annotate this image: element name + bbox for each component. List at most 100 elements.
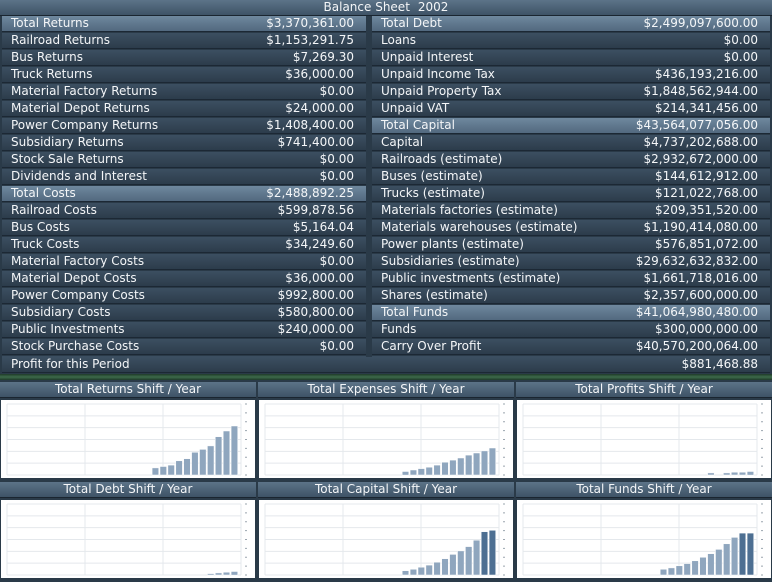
returns-costs-row: Bus Returns $7,269.30	[2, 50, 366, 66]
balance-value: $300,000,000.00	[654, 322, 758, 336]
balance-value: $2,357,600,000.00	[643, 288, 758, 302]
balance-row: Unpaid Income Tax $436,193,216.00	[372, 67, 770, 83]
chart-bar	[433, 464, 441, 476]
balance-label: Unpaid VAT	[381, 101, 450, 115]
chart-plot	[517, 500, 771, 578]
returns-costs-row: Material Depot Returns $24,000.00	[2, 101, 366, 117]
chart-bar	[191, 452, 199, 476]
returns-costs-label: Truck Returns	[11, 67, 93, 81]
chart-bar	[222, 571, 231, 576]
chart-bar	[433, 561, 441, 576]
balance-row: Railroads (estimate) $2,932,672,000.00	[372, 152, 770, 168]
returns-costs-row: Subsidiary Costs $580,800.00	[2, 305, 366, 321]
returns-costs-row: Bus Costs $5,164.04	[2, 220, 366, 236]
returns-costs-label: Railroad Returns	[11, 33, 110, 47]
balance-row: Unpaid Property Tax $1,848,562,944.00	[372, 84, 770, 100]
returns-costs-row: Material Factory Returns $0.00	[2, 84, 366, 100]
chart-title: Total Debt Shift / Year	[0, 482, 256, 498]
balance-value: $209,351,520.00	[654, 203, 758, 217]
balance-label: Materials warehouses (estimate)	[381, 220, 578, 234]
returns-costs-value: $1,153,291.75	[266, 33, 354, 47]
chart-bar	[409, 469, 417, 476]
returns-costs-label: Material Factory Returns	[11, 84, 158, 98]
shift-chart: Total Expenses Shift / Year	[258, 382, 514, 478]
chart-bar	[738, 471, 747, 476]
balance-value: $40,570,200,064.00	[635, 339, 758, 353]
chart-bar	[488, 530, 496, 576]
returns-costs-value: $0.00	[319, 169, 354, 183]
balance-label: Capital	[381, 135, 424, 149]
returns-costs-label: Public Investments	[11, 322, 125, 336]
balance-label: Materials factories (estimate)	[381, 203, 558, 217]
balance-label: Loans	[381, 33, 417, 47]
balance-label: Unpaid Income Tax	[381, 67, 495, 81]
chart-bar	[488, 447, 496, 476]
balance-label: Railroads (estimate)	[381, 152, 503, 166]
chart-bar	[449, 554, 457, 576]
balance-row: Materials factories (estimate) $209,351,5…	[372, 203, 770, 219]
shift-chart: Total Funds Shift / Year	[516, 482, 772, 578]
balance-row: Funds $300,000,000.00	[372, 322, 770, 338]
balance-label: Unpaid Interest	[381, 50, 474, 64]
balance-row: Unpaid VAT $214,341,456.00	[372, 101, 770, 117]
returns-costs-label: Railroad Costs	[11, 203, 97, 217]
balance-label: Power plants (estimate)	[381, 237, 524, 251]
chart-plot	[1, 400, 255, 478]
chart-bar	[215, 572, 223, 576]
returns-costs-label: Total Costs	[11, 186, 76, 200]
chart-title: Total Expenses Shift / Year	[258, 382, 514, 398]
chart-title: Total Returns Shift / Year	[0, 382, 256, 398]
balance-label: Total Funds	[381, 305, 449, 319]
balance-row: Carry Over Profit $40,570,200,064.00	[372, 339, 770, 355]
returns-costs-value: $2,488,892.25	[266, 186, 354, 200]
returns-costs-label: Material Depot Returns	[11, 101, 150, 115]
returns-costs-row: Railroad Returns $1,153,291.75	[2, 33, 366, 49]
balance-row: Shares (estimate) $2,357,600,000.00	[372, 288, 770, 304]
returns-costs-value: $36,000.00	[285, 67, 354, 81]
returns-costs-value: $0.00	[319, 339, 354, 353]
chart-bar	[675, 565, 683, 576]
balance-label: Shares (estimate)	[381, 288, 488, 302]
balance-label: Public investments (estimate)	[381, 271, 561, 285]
balance-value: $576,851,072.00	[654, 237, 758, 251]
chart-bar	[707, 553, 715, 576]
balance-value: $0.00	[723, 33, 758, 47]
chart-bar	[667, 567, 675, 576]
chart-bar	[199, 449, 207, 476]
balance-label: Subsidiaries (estimate)	[381, 254, 520, 268]
returns-costs-row: Subsidiary Returns $741,400.00	[2, 135, 366, 151]
shift-chart: Total Profits Shift / Year	[516, 382, 772, 478]
chart-plot	[1, 500, 255, 578]
returns-costs-label: Dividends and Interest	[11, 169, 147, 183]
balance-label: Total Capital	[381, 118, 455, 132]
chart-bar	[441, 558, 449, 576]
returns-costs-label: Material Depot Costs	[11, 271, 137, 285]
balance-row: Power plants (estimate) $576,851,072.00	[372, 237, 770, 253]
returns-costs-row: Total Returns $3,370,361.00	[2, 16, 366, 32]
balance-label: Funds	[381, 322, 417, 336]
balance-value: $41,064,980,480.00	[635, 305, 758, 319]
returns-costs-label: Stock Sale Returns	[11, 152, 124, 166]
balance-label: Trucks (estimate)	[381, 186, 485, 200]
balance-value: $4,737,202,688.00	[643, 135, 758, 149]
window-title: Balance Sheet	[323, 0, 410, 14]
chart-bar	[473, 452, 481, 476]
chart-bar	[723, 472, 731, 476]
shift-chart: Total Capital Shift / Year	[258, 482, 514, 578]
chart-bar	[207, 573, 215, 576]
returns-costs-value: $5,164.04	[292, 220, 354, 234]
balance-label: Carry Over Profit	[381, 339, 482, 353]
chart-bar	[746, 532, 754, 576]
chart-bar	[215, 436, 223, 476]
balance-value: $436,193,216.00	[654, 67, 758, 81]
shift-chart: Total Debt Shift / Year	[0, 482, 256, 578]
returns-costs-row: Dividends and Interest $0.00	[2, 169, 366, 185]
chart-bar	[401, 570, 410, 576]
section-divider	[0, 374, 772, 380]
returns-costs-label: Total Returns	[11, 16, 89, 30]
balance-row: Public investments (estimate) $1,661,718,…	[372, 271, 770, 287]
returns-costs-value: $992,800.00	[277, 288, 354, 302]
chart-bar	[409, 569, 417, 576]
chart-bar	[683, 563, 691, 576]
chart-bar	[746, 471, 754, 476]
